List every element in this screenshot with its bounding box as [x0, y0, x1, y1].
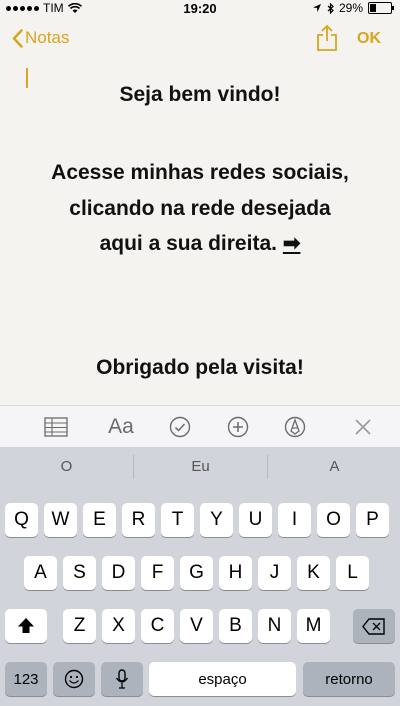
battery-percent: 29%	[338, 1, 363, 15]
key-s[interactable]: S	[63, 556, 96, 590]
return-key[interactable]: retorno	[303, 662, 395, 696]
key-b[interactable]: B	[219, 609, 252, 643]
emoji-key[interactable]	[53, 662, 95, 696]
key-a[interactable]: A	[24, 556, 57, 590]
suggestion-item[interactable]: O	[0, 447, 133, 487]
key-o[interactable]: O	[317, 503, 350, 537]
key-x[interactable]: X	[102, 609, 135, 643]
key-f[interactable]: F	[141, 556, 174, 590]
key-i[interactable]: I	[278, 503, 311, 537]
delete-key[interactable]	[353, 609, 395, 643]
back-button[interactable]: Notas	[12, 28, 69, 48]
keyboard: Q W E R T Y U I O P A S D F G H J K L Z …	[0, 487, 400, 706]
delete-icon	[362, 617, 385, 635]
note-body[interactable]: Seja bem vindo! Acesse minhas redes soci…	[0, 60, 400, 405]
key-u[interactable]: U	[239, 503, 272, 537]
key-q[interactable]: Q	[5, 503, 38, 537]
back-label: Notas	[25, 28, 70, 47]
status-right: 29%	[312, 1, 394, 15]
text-style-button[interactable]: Aa	[104, 414, 138, 440]
key-y[interactable]: Y	[200, 503, 233, 537]
done-button[interactable]: OK	[357, 30, 381, 48]
close-icon[interactable]	[349, 414, 377, 440]
key-g[interactable]: G	[180, 556, 213, 590]
note-line-welcome: Seja bem vindo!	[119, 83, 281, 106]
key-p[interactable]: P	[356, 503, 389, 537]
note-line-direction-text: aqui a sua direita.	[99, 232, 277, 255]
microphone-icon	[115, 669, 129, 689]
key-e[interactable]: E	[83, 503, 116, 537]
status-bar: TIM 19:20 29%	[0, 0, 400, 18]
add-icon[interactable]	[224, 414, 252, 440]
key-z[interactable]: Z	[63, 609, 96, 643]
key-t[interactable]: T	[161, 503, 194, 537]
navigation-bar: Notas OK	[0, 20, 400, 58]
note-line-access: Acesse minhas redes sociais,	[51, 161, 349, 184]
key-k[interactable]: K	[297, 556, 330, 590]
markup-pen-icon[interactable]	[281, 414, 309, 440]
suggestion-item[interactable]: Eu	[134, 447, 267, 487]
shift-icon	[18, 618, 34, 633]
battery-icon	[368, 2, 394, 14]
key-d[interactable]: D	[102, 556, 135, 590]
note-line-click: clicando na rede desejada	[69, 197, 331, 220]
space-key[interactable]: espaço	[149, 662, 296, 696]
note-line-thanks: Obrigado pela visita!	[96, 356, 304, 379]
key-v[interactable]: V	[180, 609, 213, 643]
emoji-icon	[64, 669, 84, 689]
format-toolbar: Aa	[0, 405, 400, 448]
suggestion-item[interactable]: A	[268, 447, 400, 487]
shift-key[interactable]	[5, 609, 47, 643]
suggestion-bar: O Eu A	[0, 447, 400, 487]
key-c[interactable]: C	[141, 609, 174, 643]
chevron-left-icon	[12, 28, 23, 48]
key-m[interactable]: M	[297, 609, 330, 643]
dictation-key[interactable]	[101, 662, 143, 696]
table-icon[interactable]	[42, 414, 70, 440]
arrow-right-icon: ➡	[282, 232, 301, 255]
key-l[interactable]: L	[336, 556, 369, 590]
checklist-icon[interactable]	[166, 414, 194, 440]
numbers-key[interactable]: 123	[5, 662, 47, 696]
note-line-direction: aqui a sua direita. ➡	[0, 231, 400, 256]
key-h[interactable]: H	[219, 556, 252, 590]
key-j[interactable]: J	[258, 556, 291, 590]
key-n[interactable]: N	[258, 609, 291, 643]
location-icon	[312, 4, 321, 12]
bluetooth-icon	[327, 2, 334, 14]
share-icon[interactable]	[316, 24, 338, 52]
key-r[interactable]: R	[122, 503, 155, 537]
key-w[interactable]: W	[44, 503, 77, 537]
